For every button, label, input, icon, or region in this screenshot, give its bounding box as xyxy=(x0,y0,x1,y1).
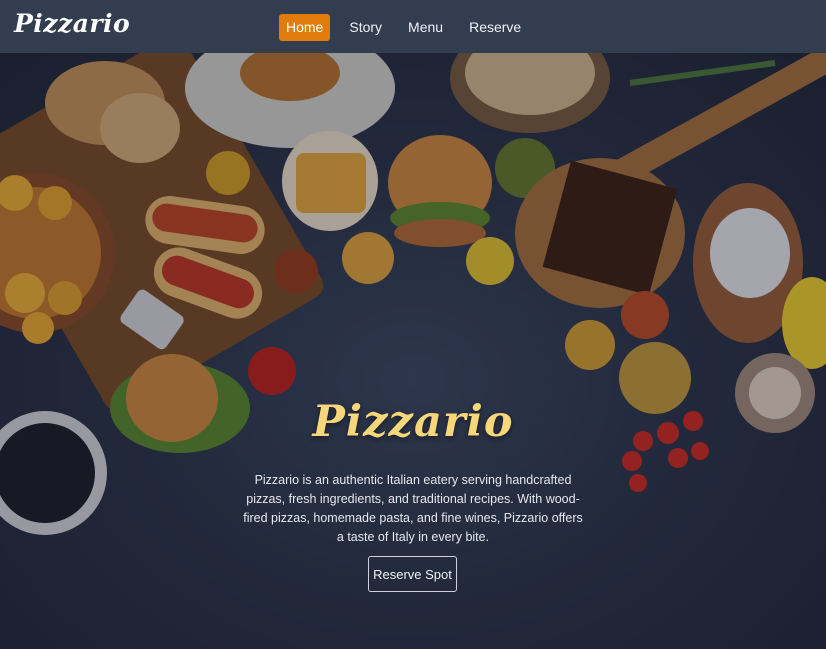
nav-item-home[interactable]: Home xyxy=(279,14,331,41)
nav-item-reserve[interactable]: Reserve xyxy=(462,14,528,41)
nav-item-story[interactable]: Story xyxy=(342,14,389,41)
hero-description: Pizzario is an authentic Italian eatery … xyxy=(243,473,583,544)
hero-section: Pizzario Pizzario is an authentic Italia… xyxy=(0,53,826,649)
nav-menu: Home Story Menu Reserve xyxy=(279,14,540,41)
nav-item-menu[interactable]: Menu xyxy=(401,14,450,41)
navbar: Pizzario Home Story Menu Reserve xyxy=(0,0,826,53)
brand-logo[interactable]: Pizzario xyxy=(14,9,130,38)
reserve-spot-button[interactable]: Reserve Spot xyxy=(368,556,457,592)
hero-title: Pizzario xyxy=(312,397,514,447)
